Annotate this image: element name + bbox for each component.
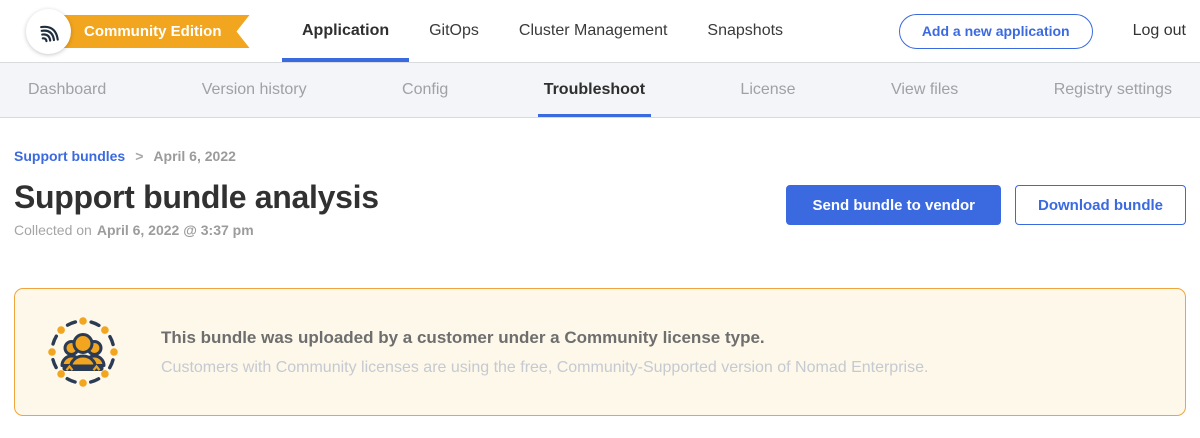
title-row: Support bundle analysis Collected on Apr… (14, 180, 1186, 238)
breadcrumb-support-bundles-link[interactable]: Support bundles (14, 148, 125, 164)
subnav-item-license[interactable]: License (734, 63, 801, 117)
collected-prefix: Collected on (14, 222, 92, 238)
tab-application[interactable]: Application (282, 0, 409, 62)
brand: Community Edition (0, 0, 252, 62)
top-nav-bar: Community Edition Application GitOps Clu… (0, 0, 1200, 63)
page-title: Support bundle analysis (14, 180, 379, 215)
subnav-item-dashboard[interactable]: Dashboard (22, 63, 112, 117)
topbar-right: Add a new application Log out (899, 0, 1186, 62)
bundle-actions: Send bundle to vendor Download bundle (786, 185, 1186, 225)
title-block: Support bundle analysis Collected on Apr… (14, 180, 379, 238)
subnav-item-config[interactable]: Config (396, 63, 454, 117)
subnav-item-view-files[interactable]: View files (885, 63, 964, 117)
collected-timestamp: Collected on April 6, 2022 @ 3:37 pm (14, 222, 379, 238)
tab-snapshots[interactable]: Snapshots (687, 0, 803, 62)
add-application-button[interactable]: Add a new application (899, 14, 1093, 49)
tab-cluster-management[interactable]: Cluster Management (499, 0, 688, 62)
app-sub-nav: Dashboard Version history Config Trouble… (0, 63, 1200, 118)
community-license-banner: This bundle was uploaded by a customer u… (14, 288, 1186, 416)
community-edition-badge: Community Edition (48, 15, 250, 48)
subnav-item-version-history[interactable]: Version history (196, 63, 313, 117)
subnav-item-registry-settings[interactable]: Registry settings (1048, 63, 1178, 117)
logout-link[interactable]: Log out (1133, 22, 1186, 40)
tab-gitops[interactable]: GitOps (409, 0, 499, 62)
community-people-icon (43, 312, 123, 392)
breadcrumb-current: April 6, 2022 (153, 148, 236, 164)
breadcrumb: Support bundles > April 6, 2022 (14, 148, 1186, 164)
collected-date: April 6, 2022 @ 3:37 pm (97, 222, 254, 238)
community-edition-label: Community Edition (84, 23, 222, 40)
main-content: Support bundles > April 6, 2022 Support … (0, 118, 1200, 416)
primary-nav: Application GitOps Cluster Management Sn… (282, 0, 803, 62)
replicated-logo-icon[interactable] (26, 9, 71, 54)
banner-subtitle: Customers with Community licenses are us… (161, 359, 928, 377)
download-bundle-button[interactable]: Download bundle (1015, 185, 1186, 225)
banner-text: This bundle was uploaded by a customer u… (161, 328, 928, 377)
banner-title: This bundle was uploaded by a customer u… (161, 328, 928, 348)
send-bundle-to-vendor-button[interactable]: Send bundle to vendor (786, 185, 1001, 225)
subnav-item-troubleshoot[interactable]: Troubleshoot (538, 63, 651, 117)
breadcrumb-separator: > (135, 148, 143, 164)
